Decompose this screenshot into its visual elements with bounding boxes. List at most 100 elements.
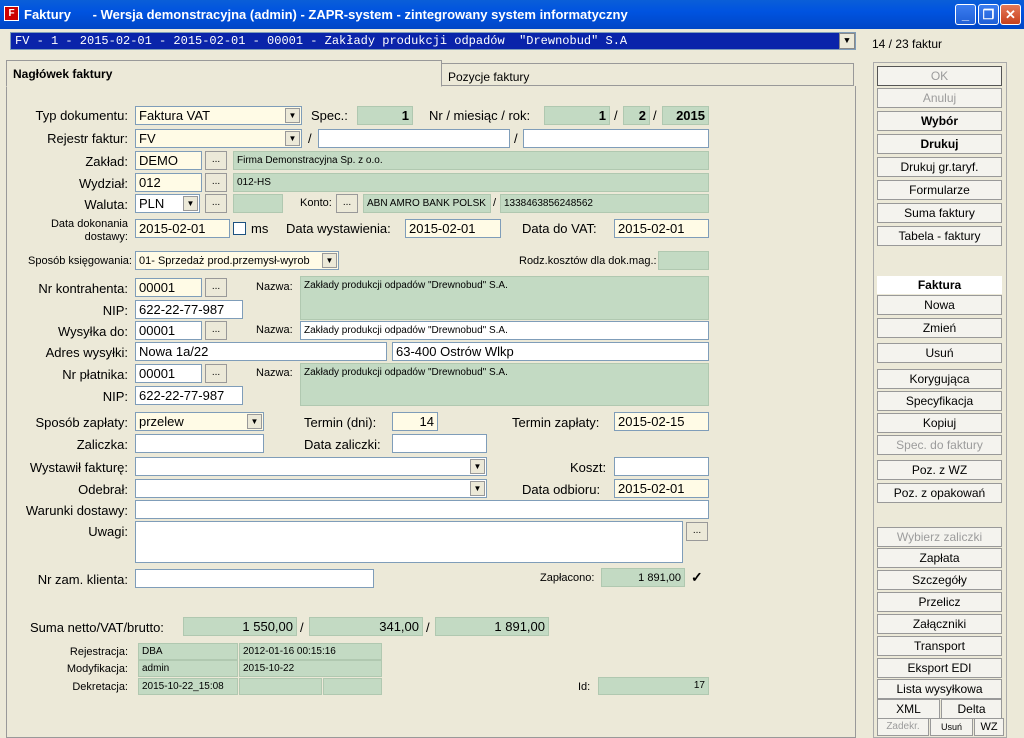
wydzial-code[interactable]: 012	[135, 173, 202, 192]
drukuj-gr-button[interactable]: Drukuj gr.taryf.	[877, 157, 1002, 177]
ksieg-value: 01- Sprzedaż prod.przemysł-wyrob	[139, 255, 310, 267]
rejestr-extra-2[interactable]	[523, 129, 709, 148]
usun-spec-button[interactable]: Usuń spec	[930, 718, 973, 736]
nowa-button[interactable]: Nowa	[877, 295, 1002, 315]
chevron-down-icon[interactable]: ▼	[470, 459, 485, 474]
wybierz-zaliczki-button[interactable]: Wybierz zaliczki	[877, 527, 1002, 547]
zaplata-button[interactable]: Zapłata	[877, 548, 1002, 568]
close-button[interactable]: ✕	[1000, 4, 1021, 25]
chevron-down-icon[interactable]: ▼	[285, 108, 300, 123]
nip-field-2[interactable]: 622-22-77-987	[135, 386, 243, 405]
wz-button[interactable]: WZ	[974, 718, 1004, 736]
chevron-down-icon[interactable]: ▼	[322, 253, 337, 268]
chevron-down-icon[interactable]: ▼	[183, 196, 198, 211]
poz-opak-button[interactable]: Poz. z opakowań	[877, 483, 1002, 503]
chevron-down-icon[interactable]: ▼	[247, 414, 262, 429]
dek-value: 2015-10-22_15:08	[138, 678, 238, 695]
zaplata-dropdown[interactable]: przelew ▼	[135, 412, 264, 431]
id-field: 17	[598, 677, 709, 695]
xml-button[interactable]: XML	[877, 699, 940, 719]
termin-zap-field[interactable]: 2015-02-15	[614, 412, 709, 431]
invoice-selector[interactable]: FV - 1 - 2015-02-01 - 2015-02-01 - 00001…	[10, 32, 856, 50]
waluta-value: PLN	[139, 196, 165, 211]
zaklad-lookup-button[interactable]: ...	[205, 151, 227, 170]
wybor-button[interactable]: Wybór	[877, 111, 1002, 131]
anuluj-button[interactable]: Anuluj	[877, 88, 1002, 108]
adres-street[interactable]: Nowa 1a/22	[135, 342, 387, 361]
chevron-down-icon[interactable]: ▼	[839, 33, 855, 49]
wysylka-name: Zakłady produkcji odpadów "Drewnobud" S.…	[300, 321, 709, 340]
data-zaliczki-field[interactable]	[392, 434, 487, 453]
eksport-edi-button[interactable]: Eksport EDI	[877, 658, 1002, 678]
platnik-code[interactable]: 00001	[135, 364, 202, 383]
adres-city[interactable]: 63-400 Ostrów Wlkp	[392, 342, 709, 361]
rodz-field[interactable]	[658, 251, 709, 270]
wystawil-dropdown[interactable]: ▼	[135, 457, 487, 476]
warunki-field[interactable]	[135, 500, 709, 519]
transport-button[interactable]: Transport	[877, 636, 1002, 656]
szczegoly-button[interactable]: Szczegóły	[877, 570, 1002, 590]
usun-button[interactable]: Usuń	[877, 343, 1002, 363]
wysylka-code[interactable]: 00001	[135, 321, 202, 340]
tab-naglowek[interactable]: Nagłówek faktury	[6, 60, 442, 87]
waluta-dropdown[interactable]: PLN ▼	[135, 194, 200, 213]
tabela-button[interactable]: Tabela - faktury	[877, 226, 1002, 246]
data-odbioru-field[interactable]: 2015-02-01	[614, 479, 709, 498]
spec-do-faktury-button[interactable]: Spec. do faktury	[877, 435, 1002, 455]
nr-field[interactable]: 1	[544, 106, 610, 125]
data-dok-label: Data dokonania dostawy:	[50, 218, 128, 243]
data-wyst-field[interactable]: 2015-02-01	[405, 219, 501, 238]
kontrahent-code[interactable]: 00001	[135, 278, 202, 297]
nr-zam-field[interactable]	[135, 569, 374, 588]
maximize-button[interactable]: ❐	[978, 4, 999, 25]
data-dok-field[interactable]: 2015-02-01	[135, 219, 230, 238]
waluta-lookup-button[interactable]: ...	[205, 194, 227, 213]
typ-dropdown[interactable]: Faktura VAT ▼	[135, 106, 302, 125]
uwagi-expand-button[interactable]: ...	[686, 522, 708, 541]
invoice-selector-value: FV - 1 - 2015-02-01 - 2015-02-01 - 00001…	[15, 34, 628, 48]
specyfikacja-button[interactable]: Specyfikacja	[877, 391, 1002, 411]
korygujaca-button[interactable]: Korygująca	[877, 369, 1002, 389]
koszt-field[interactable]	[614, 457, 709, 476]
kopiuj-button[interactable]: Kopiuj	[877, 413, 1002, 433]
zaklad-code[interactable]: DEMO	[135, 151, 202, 170]
wydzial-lookup-button[interactable]: ...	[205, 173, 227, 192]
tab-pozycje[interactable]: Pozycje faktury	[441, 63, 854, 86]
przelicz-button[interactable]: Przelicz	[877, 592, 1002, 612]
wysylka-lookup-button[interactable]: ...	[205, 321, 227, 340]
nip-label-1: NIP:	[102, 303, 128, 318]
uwagi-field[interactable]	[135, 521, 683, 563]
rejestr-extra-1[interactable]	[318, 129, 510, 148]
poz-wz-button[interactable]: Poz. z WZ	[877, 460, 1002, 480]
data-vat-field[interactable]: 2015-02-01	[614, 219, 709, 238]
slash-5: /	[493, 197, 497, 209]
termin-dni-field[interactable]: 14	[392, 412, 438, 431]
ms-label: ms	[251, 221, 269, 236]
zaliczka-field[interactable]	[135, 434, 264, 453]
lista-wysylkowa-button[interactable]: Lista wysyłkowa	[877, 679, 1002, 699]
drukuj-button[interactable]: Drukuj	[877, 134, 1002, 154]
typ-value: Faktura VAT	[139, 108, 211, 123]
rok-field[interactable]: 2015	[662, 106, 709, 125]
miesiac-field[interactable]: 2	[623, 106, 650, 125]
ksieg-dropdown[interactable]: 01- Sprzedaż prod.przemysł-wyrob ▼	[135, 251, 339, 270]
platnik-lookup-button[interactable]: ...	[205, 364, 227, 383]
delta-button[interactable]: Delta	[941, 699, 1002, 719]
zalaczniki-button[interactable]: Załączniki	[877, 614, 1002, 634]
suma-button[interactable]: Suma faktury	[877, 203, 1002, 223]
odebral-dropdown[interactable]: ▼	[135, 479, 487, 498]
nip-field-1[interactable]: 622-22-77-987	[135, 300, 243, 319]
minimize-button[interactable]: _	[955, 4, 976, 25]
ms-checkbox[interactable]	[233, 222, 246, 235]
chevron-down-icon[interactable]: ▼	[285, 131, 300, 146]
rejestr-dropdown[interactable]: FV ▼	[135, 129, 302, 148]
ok-button[interactable]: OK	[877, 66, 1002, 86]
zadekr-button[interactable]: Zadekr.	[877, 718, 929, 736]
chevron-down-icon[interactable]: ▼	[470, 481, 485, 496]
kontrahent-lookup-button[interactable]: ...	[205, 278, 227, 297]
check-icon[interactable]: ✓	[691, 569, 703, 586]
zmien-button[interactable]: Zmień	[877, 318, 1002, 338]
formularze-button[interactable]: Formularze	[877, 180, 1002, 200]
konto-lookup-button[interactable]: ...	[336, 194, 358, 213]
spec-field[interactable]: 1	[357, 106, 413, 125]
